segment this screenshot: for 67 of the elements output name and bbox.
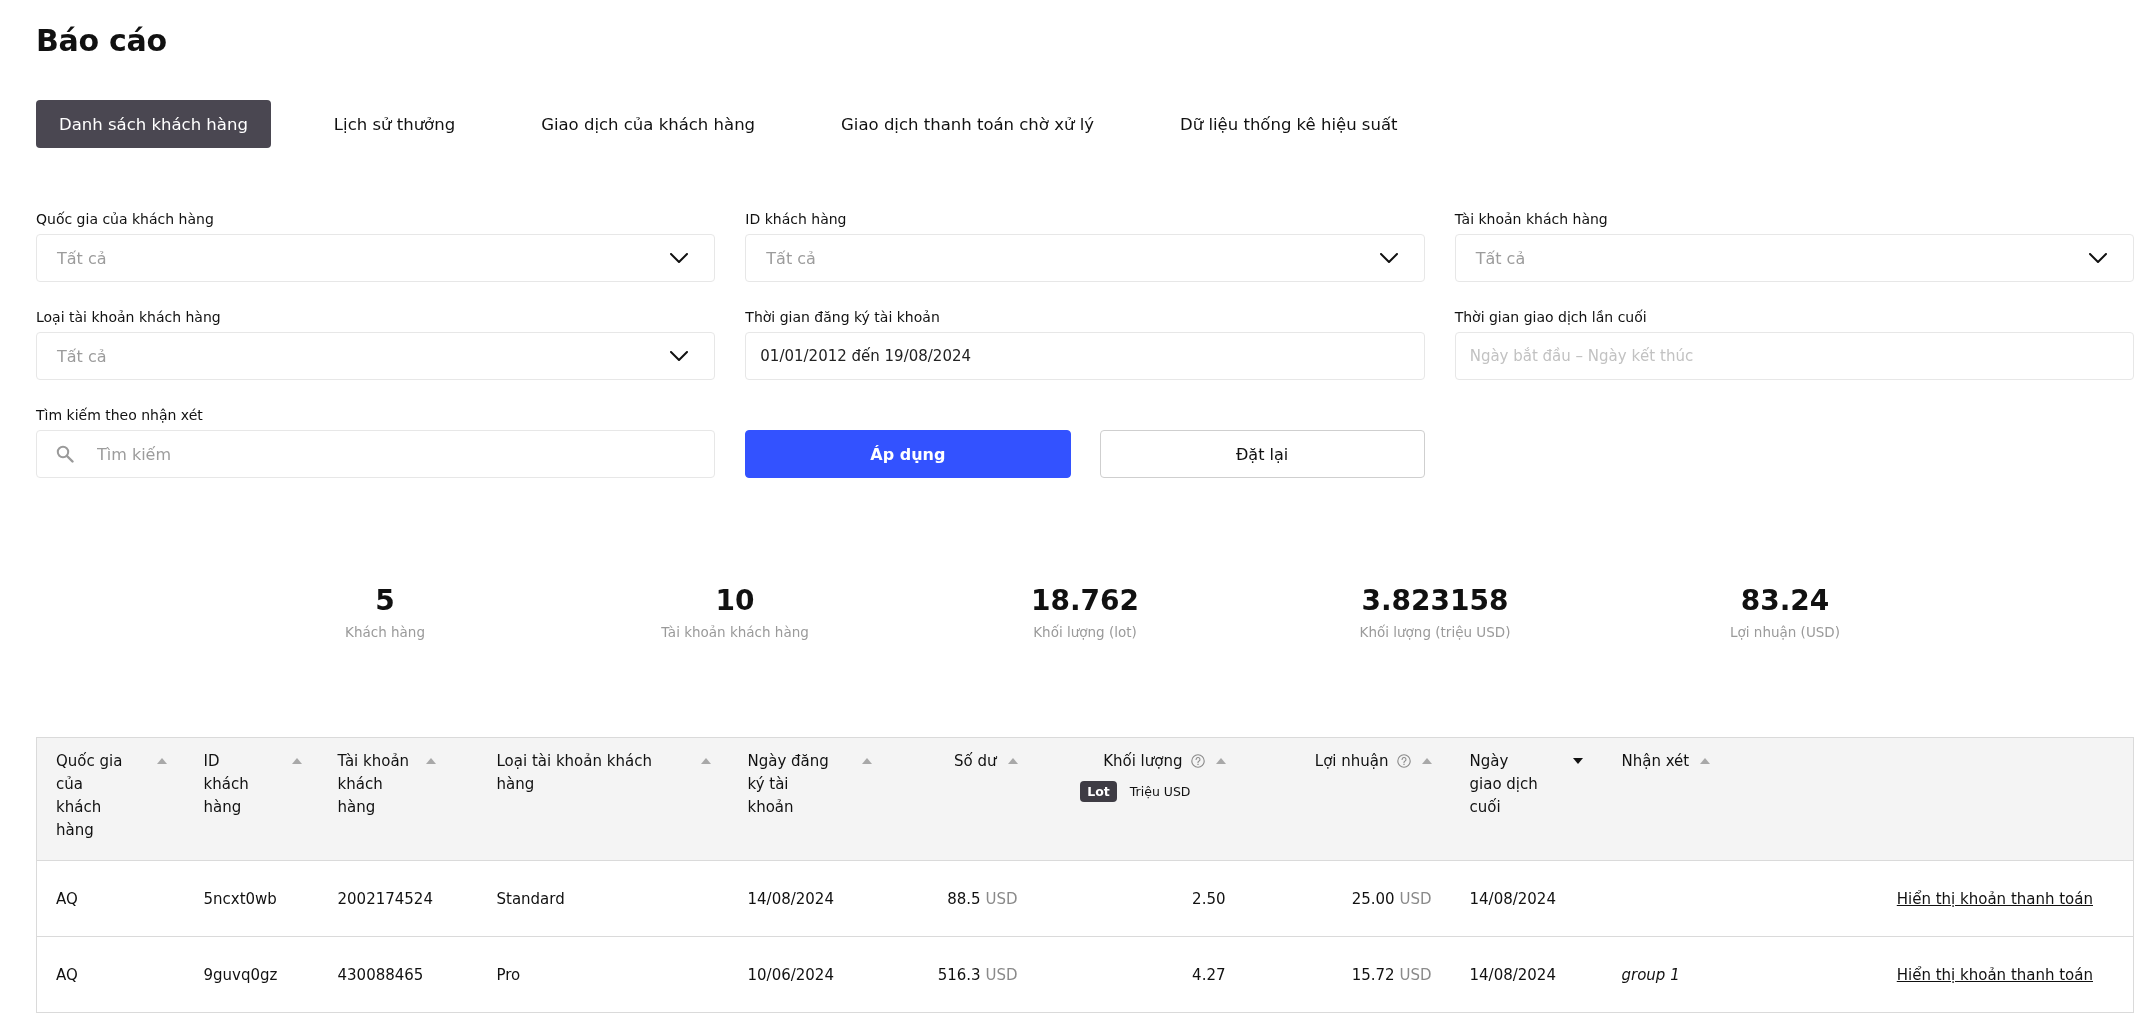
search-field[interactable]: Tìm kiếm <box>36 430 716 478</box>
field-label: Thời gian giao dịch lần cuối <box>1454 308 1648 327</box>
date-range-field[interactable]: 01/01/2012 đến 19/08/2024 <box>745 332 1425 380</box>
table-cell: AQ <box>36 860 185 937</box>
reset-button[interactable]: Đặt lại <box>1099 430 1425 478</box>
table-cell: 516.3 USD <box>900 936 1037 1013</box>
table-cell: 430088465 <box>318 936 478 1013</box>
stat-value: 5 <box>374 583 396 619</box>
column-header[interactable]: Tài khoản khách hàng <box>337 750 415 819</box>
column-header[interactable]: ID khách hàng <box>203 750 259 819</box>
tab[interactable]: Dữ liệu thống kê hiệu suất <box>1157 100 1421 148</box>
stat-value: 10 <box>714 583 756 619</box>
column-header[interactable]: Ngày giao dịch cuối <box>1469 750 1542 819</box>
field-label: Tài khoản khách hàng <box>1454 210 1609 229</box>
chevron-down-icon <box>2089 253 2107 263</box>
stat-label: Khách hàng <box>344 623 426 642</box>
stat-label: Lợi nhuận (USD) <box>1729 623 1841 642</box>
unit-toggle-option[interactable]: Triệu USD <box>1122 781 1198 802</box>
table-cell: Standard <box>477 860 729 937</box>
table-cell: group 1 <box>1602 936 1761 1013</box>
date-range-field[interactable]: Ngày bắt đầu – Ngày kết thúc <box>1454 332 2134 380</box>
table-cell: 2.50 <box>1036 860 1245 937</box>
chevron-down-icon <box>1379 253 1398 263</box>
column-header[interactable]: Lợi nhuận <box>1314 750 1389 773</box>
table-cell: 4.27 <box>1036 936 1245 1013</box>
column-header[interactable]: Loại tài khoản khách hàng <box>496 750 690 796</box>
stat-label: Tài khoản khách hàng <box>660 623 810 642</box>
stat-label: Khối lượng (triệu USD) <box>1358 623 1512 642</box>
search-icon <box>56 445 74 463</box>
table-cell: 5ncxt0wb <box>184 860 319 937</box>
chevron-down-icon <box>670 351 689 361</box>
table-cell: 10/06/2024 <box>728 936 901 1013</box>
column-header[interactable]: Nhận xét <box>1621 750 1690 773</box>
table-cell: 25.00 USD <box>1244 860 1451 937</box>
stat-value: 3.823158 <box>1360 583 1510 619</box>
table-cell: Pro <box>477 936 729 1013</box>
stat-value: 18.762 <box>1029 583 1141 619</box>
table-cell: 88.5 USD <box>900 860 1037 937</box>
column-header[interactable]: Khối lượng <box>1103 750 1183 773</box>
payments-link[interactable]: Hiển thị khoản thanh toán <box>1896 965 2093 984</box>
field-label: Loại tài khoản khách hàng <box>36 308 222 327</box>
page-title: Báo cáo <box>36 22 167 60</box>
field-label: Tìm kiếm theo nhận xét <box>36 406 204 425</box>
tab[interactable]: Giao dịch của khách hàng <box>518 100 779 148</box>
apply-button[interactable]: Áp dụng <box>745 430 1071 478</box>
table-cell: 14/08/2024 <box>728 860 901 937</box>
field-label: Thời gian đăng ký tài khoản <box>745 308 941 327</box>
field-label: ID khách hàng <box>745 210 848 229</box>
chevron-down-icon <box>670 253 689 263</box>
table-cell: 2002174524 <box>318 860 478 937</box>
tab[interactable]: Giao dịch thanh toán chờ xử lý <box>818 100 1117 148</box>
column-header[interactable]: Số dư <box>954 750 997 773</box>
stat-label: Khối lượng (lot) <box>1032 623 1138 642</box>
tab[interactable]: Danh sách khách hàng <box>36 100 271 148</box>
column-header[interactable]: Quốc gia của khách hàng <box>56 750 128 842</box>
table-cell: 15.72 USD <box>1244 936 1451 1013</box>
unit-toggle-option[interactable]: Lot <box>1080 781 1117 802</box>
table-cell: 14/08/2024 <box>1450 860 1603 937</box>
table-cell: AQ <box>36 936 185 1013</box>
table-cell: 14/08/2024 <box>1450 936 1603 1013</box>
column-header[interactable]: Ngày đăng ký tài khoản <box>747 750 833 819</box>
tab[interactable]: Lịch sử thưởng <box>310 100 479 148</box>
sort-icon[interactable] <box>1572 758 1583 764</box>
table-cell: 9guvq0gz <box>184 936 319 1013</box>
field-label: Quốc gia của khách hàng <box>36 210 215 229</box>
payments-link[interactable]: Hiển thị khoản thanh toán <box>1896 889 2093 908</box>
stat-value: 83.24 <box>1739 583 1831 619</box>
